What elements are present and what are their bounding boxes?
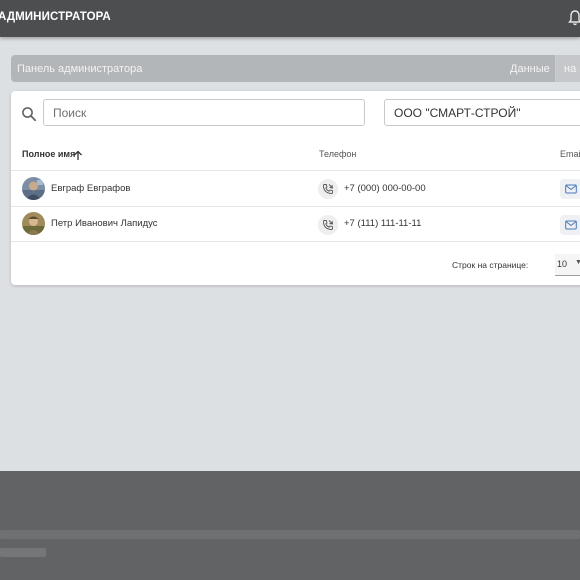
company-select[interactable]: ООО "СМАРТ-СТРОЙ" bbox=[384, 99, 580, 126]
users-card: ООО "СМАРТ-СТРОЙ" Полное имя Телефон Ema… bbox=[11, 91, 580, 285]
breadcrumb: Панель администратора Данные на р bbox=[11, 55, 580, 82]
rows-per-page-select[interactable]: 10 ▼ bbox=[555, 254, 580, 276]
user-name: Петр Иванович Лапидус bbox=[51, 218, 158, 229]
row-divider bbox=[11, 241, 580, 242]
breadcrumb-next-section[interactable]: на р bbox=[556, 55, 580, 82]
chevron-down-icon: ▼ bbox=[575, 259, 580, 266]
app-title: АДМИНИСТРАТОРА bbox=[0, 11, 111, 23]
breadcrumb-admin-panel[interactable]: Панель администратора bbox=[17, 63, 142, 75]
sort-ascending-icon[interactable] bbox=[73, 148, 83, 160]
footer-blurred-text bbox=[0, 548, 46, 557]
footer-blurred-text bbox=[0, 530, 580, 539]
rows-per-page-value: 10 bbox=[557, 259, 568, 269]
bell-icon[interactable] bbox=[568, 9, 580, 27]
user-phone: +7 (111) 111-11-11 bbox=[344, 218, 422, 229]
search-input[interactable] bbox=[43, 99, 365, 126]
top-bar: АДМИНИСТРАТОРА bbox=[0, 0, 580, 37]
avatar bbox=[22, 212, 45, 235]
breadcrumb-data[interactable]: Данные bbox=[510, 63, 550, 75]
breadcrumb-next-label: на р bbox=[564, 63, 580, 75]
avatar bbox=[22, 177, 45, 200]
header-divider bbox=[11, 170, 580, 171]
user-phone: +7 (000) 000-00-00 bbox=[344, 183, 426, 194]
mail-icon[interactable] bbox=[560, 179, 580, 199]
rows-per-page-label: Строк на странице: bbox=[452, 260, 529, 270]
mail-icon[interactable] bbox=[560, 215, 580, 235]
phone-icon[interactable] bbox=[318, 215, 338, 235]
company-select-value: ООО "СМАРТ-СТРОЙ" bbox=[394, 106, 521, 120]
search-icon bbox=[21, 106, 37, 122]
column-header-name[interactable]: Полное имя bbox=[22, 149, 75, 159]
row-divider bbox=[11, 206, 580, 207]
column-header-email[interactable]: Email bbox=[560, 149, 580, 159]
user-name: Евграф Евграфов bbox=[51, 183, 131, 194]
column-header-phone[interactable]: Телефон bbox=[319, 149, 356, 159]
footer bbox=[0, 471, 580, 580]
phone-icon[interactable] bbox=[318, 179, 338, 199]
